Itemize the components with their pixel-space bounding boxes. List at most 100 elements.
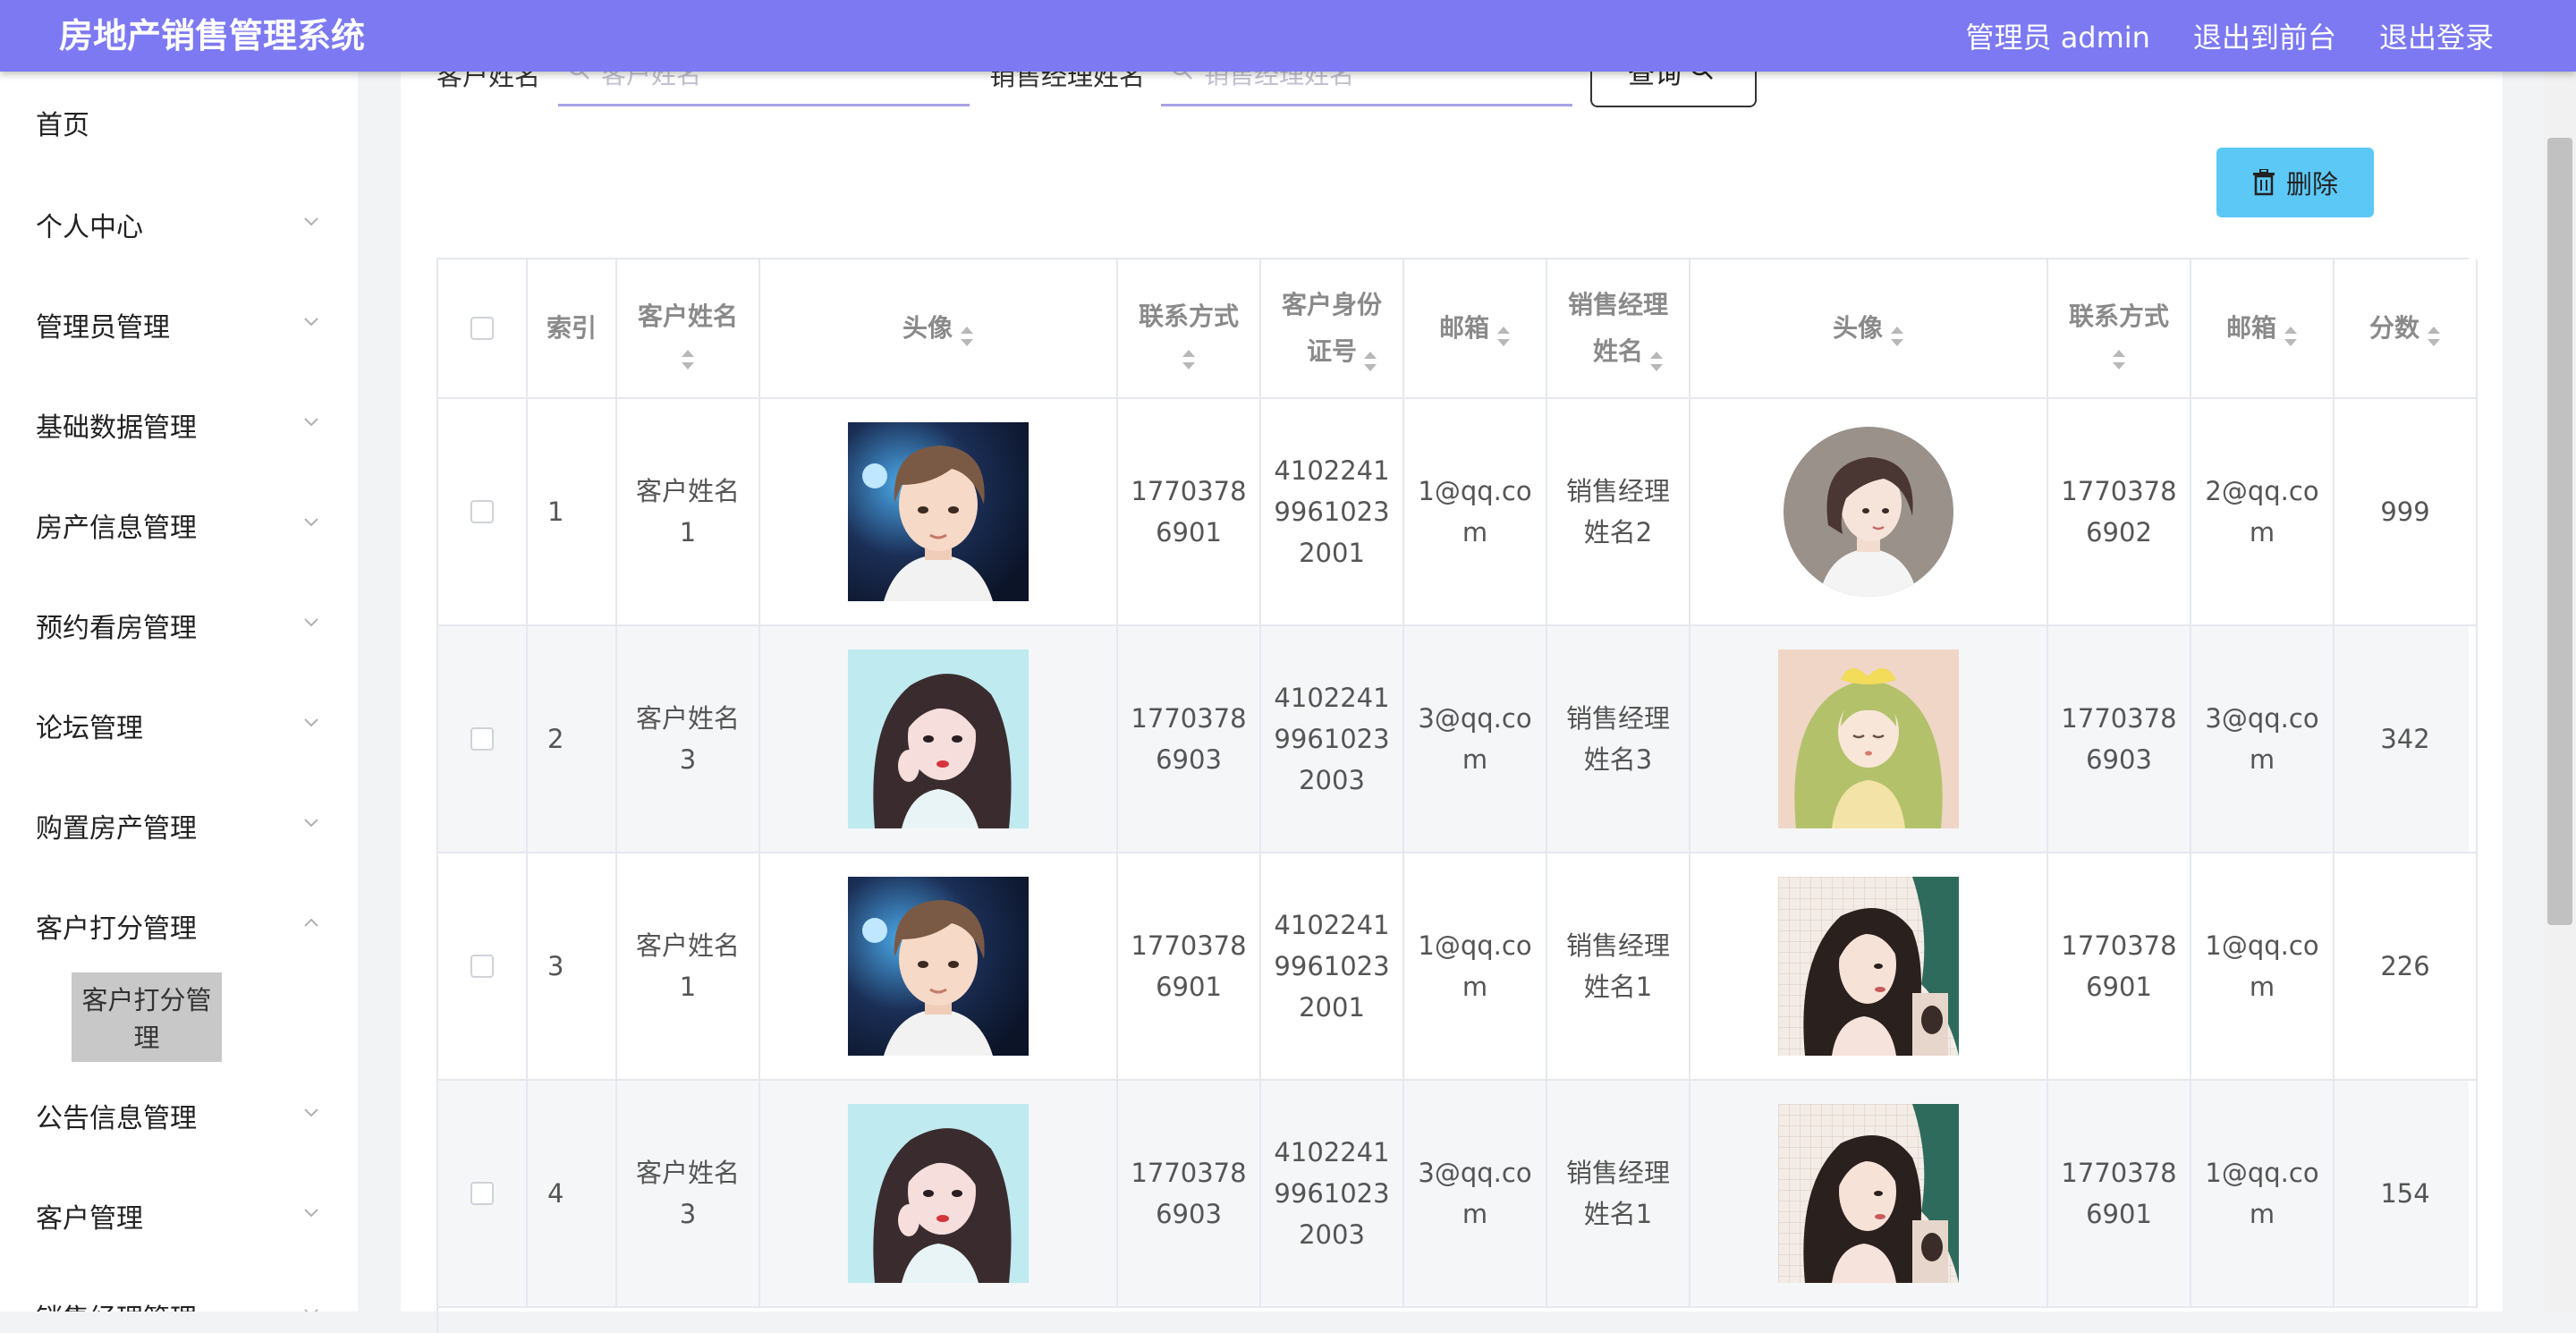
cell-text: 17703786901 [2061, 930, 2177, 1002]
cell-score: 154 [2334, 1081, 2478, 1308]
sidebar-item-purchase[interactable]: 购置房产管理 [0, 785, 358, 866]
column-header-manager-email[interactable]: 邮箱 [2191, 259, 2334, 399]
top-bar: 房地产销售管理系统 管理员 admin 退出到前台 退出登录 [0, 0, 2576, 72]
chevron-down-icon [302, 1203, 320, 1221]
column-header-score[interactable]: 分数 [2334, 259, 2478, 399]
column-header-label: 邮箱 [1438, 313, 1489, 343]
sidebar-item-label: 房产信息管理 [36, 513, 197, 544]
cell-text: 销售经理姓名1 [1565, 930, 1670, 1002]
column-header-customer-phone[interactable]: 联系方式 [1118, 259, 1261, 399]
column-header-select-all [438, 259, 528, 399]
cell-text: 2 [547, 724, 564, 754]
row-checkbox[interactable] [470, 727, 494, 751]
column-header-manager-avatar[interactable]: 头像 [1690, 259, 2048, 399]
column-header-customer-name[interactable]: 客户姓名 [617, 259, 760, 399]
sort-icon[interactable] [1496, 317, 1511, 346]
sidebar-item-home[interactable]: 首页 [0, 82, 358, 163]
cell-text: 410224199610232001 [1274, 455, 1390, 568]
cell-manager-name: 销售经理姓名2 [1547, 399, 1690, 626]
table-row[interactable]: 3 客户姓名1 17703786901 410224199610232001 1@qq.… [438, 853, 2478, 1081]
table-row[interactable]: 4 客户姓名3 17703786903 410224199610232003 3@qq.… [438, 1081, 2478, 1308]
table-header: 索引 客户姓名 头像 联系方式 客户身份证号 邮箱 销售经理姓名 头像 联系方式 邮箱 分数 [438, 259, 2478, 399]
sort-icon[interactable] [2427, 317, 2441, 346]
top-links: 管理员 admin 退出到前台 退出登录 [1966, 0, 2494, 72]
manager-avatar-cell [1690, 853, 2048, 1081]
sidebar-item-admin[interactable]: 管理员管理 [0, 284, 358, 365]
manager-avatar-cell [1690, 1081, 2048, 1308]
column-header-customer-avatar[interactable]: 头像 [760, 259, 1118, 399]
select-all-checkbox[interactable] [470, 317, 494, 340]
cell-text: 1@qq.com [1418, 930, 1532, 1002]
delete-button[interactable]: 删除 [2216, 148, 2374, 217]
page-scrollbar[interactable] [2544, 72, 2576, 1312]
cell-index: 2 [528, 626, 617, 853]
row-checkbox[interactable] [470, 1182, 494, 1205]
avatar [1778, 650, 1959, 828]
cell-text: 226 [2380, 951, 2430, 981]
cell-text: 客户姓名1 [635, 930, 740, 1002]
column-header-customer-email[interactable]: 邮箱 [1404, 259, 1547, 399]
sidebar-item-label: 基础数据管理 [36, 412, 197, 444]
submenu-item-label: 客户打分管理 [81, 985, 212, 1053]
row-select-cell [438, 1081, 528, 1308]
column-header-manager-phone[interactable]: 联系方式 [2048, 259, 2191, 399]
customer-avatar-cell [760, 626, 1118, 853]
column-header-label: 分数 [2368, 313, 2419, 343]
sort-icon[interactable] [2112, 340, 2126, 369]
column-header-label: 索引 [546, 313, 597, 343]
cell-manager-phone: 17703786903 [2048, 626, 2191, 853]
table-row[interactable]: 2 客户姓名3 17703786903 410224199610232003 3@qq.… [438, 626, 2478, 853]
cell-customer-phone: 17703786903 [1118, 626, 1261, 853]
column-header-index: 索引 [528, 259, 617, 399]
cell-text: 17703786901 [2061, 1158, 2177, 1229]
cell-customer-name: 客户姓名3 [617, 1081, 760, 1308]
cell-text: 4 [547, 1178, 564, 1209]
sort-icon[interactable] [1363, 342, 1377, 371]
sidebar-item-customer-scoring[interactable]: 客户打分管理 [0, 886, 358, 966]
column-header-manager-name[interactable]: 销售经理姓名 [1547, 259, 1690, 399]
cell-manager-name: 销售经理姓名1 [1547, 853, 1690, 1081]
cell-customer-email: 1@qq.com [1404, 853, 1547, 1081]
sidebar-item-property[interactable]: 房产信息管理 [0, 485, 358, 565]
chevron-down-icon [302, 412, 320, 430]
admin-user-link[interactable]: 管理员 admin [1966, 15, 2150, 56]
table-row[interactable]: 1 客户姓名1 17703786901 410224199610232001 1@qq.… [438, 399, 2478, 626]
cell-text: 客户姓名3 [635, 703, 740, 775]
cell-manager-name: 销售经理姓名3 [1547, 626, 1690, 853]
cell-text: 17703786902 [2061, 476, 2177, 548]
exit-to-frontend-link[interactable]: 退出到前台 [2193, 15, 2336, 56]
avatar [848, 1104, 1029, 1283]
cell-customer-email: 3@qq.com [1404, 626, 1547, 853]
manager-avatar-cell [1690, 399, 2048, 626]
logout-link[interactable]: 退出登录 [2379, 15, 2494, 56]
scores-table: 索引 客户姓名 头像 联系方式 客户身份证号 邮箱 销售经理姓名 头像 联系方式 邮箱 分数 1 客户姓… [436, 258, 2478, 1333]
avatar [848, 877, 1029, 1056]
cell-manager-phone: 17703786901 [2048, 1081, 2191, 1308]
sidebar-item-label: 论坛管理 [36, 713, 143, 744]
cell-score: 342 [2334, 626, 2478, 853]
sort-icon[interactable] [1649, 342, 1664, 371]
avatar [1778, 877, 1959, 1056]
row-checkbox[interactable] [470, 955, 494, 978]
delete-button-label: 删除 [2285, 169, 2338, 200]
sidebar-item-forum[interactable]: 论坛管理 [0, 685, 358, 766]
sidebar-item-label: 预约看房管理 [36, 613, 197, 644]
sidebar-item-viewing[interactable]: 预约看房管理 [0, 585, 358, 666]
sidebar-item-base-data[interactable]: 基础数据管理 [0, 385, 358, 465]
cell-customer-name: 客户姓名1 [617, 853, 760, 1081]
sidebar-item-notice[interactable]: 公告信息管理 [0, 1075, 358, 1156]
sidebar-item-label: 购置房产管理 [36, 813, 197, 845]
sort-icon[interactable] [1182, 340, 1196, 369]
sort-icon[interactable] [960, 317, 974, 346]
sort-icon[interactable] [1890, 317, 1904, 346]
sort-icon[interactable] [681, 340, 695, 369]
submenu-item-customer-scoring[interactable]: 客户打分管理 [72, 972, 222, 1062]
chevron-down-icon [302, 1303, 320, 1312]
scrollbar-thumb[interactable] [2547, 138, 2572, 925]
sort-icon[interactable] [2284, 317, 2298, 346]
sidebar-item-profile[interactable]: 个人中心 [0, 184, 358, 265]
column-header-customer-id[interactable]: 客户身份证号 [1261, 259, 1404, 399]
row-checkbox[interactable] [470, 500, 494, 523]
sidebar-item-customer[interactable]: 客户管理 [0, 1176, 358, 1256]
sidebar-item-sales-manager[interactable]: 销售经理管理 [0, 1276, 358, 1312]
